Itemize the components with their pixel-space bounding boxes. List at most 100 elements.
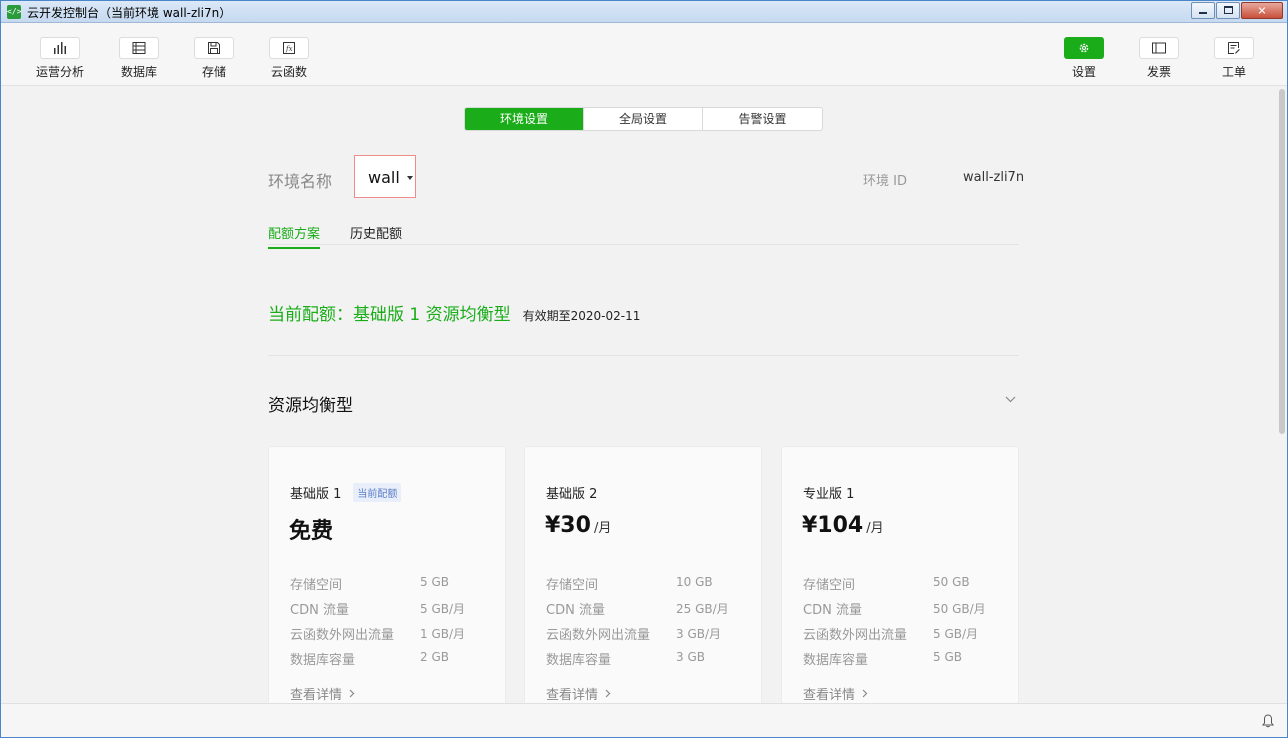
plan-price-unit: /月: [593, 521, 612, 536]
toolbar-label: 云函数: [270, 65, 307, 79]
window-title: 云开发控制台（当前环境 wall-zli7n）: [27, 6, 232, 20]
spec-value: 1 GB/月: [420, 627, 466, 641]
chevron-down-icon[interactable]: [1005, 396, 1016, 403]
maximize-icon: [1224, 6, 1233, 14]
spec-label: 云函数外网出流量: [546, 628, 651, 643]
plan-price: ¥30 /月: [545, 513, 611, 538]
vertical-scrollbar[interactable]: [1278, 87, 1286, 702]
spec-label: 存储空间: [546, 578, 599, 593]
plan-price-unit: /月: [866, 521, 884, 536]
view-details-link[interactable]: 查看详情: [546, 684, 611, 703]
toolbar-label: 运营分析: [35, 65, 84, 79]
caret-down-icon: [407, 176, 413, 180]
tab-global-settings[interactable]: 全局设置: [584, 108, 703, 130]
divider: [268, 355, 1019, 356]
window-controls: ✕: [1190, 2, 1283, 19]
plan-card[interactable]: 基础版 2 ¥30 /月 存储空间 10 GB CDN 流量 25 GB/月 云…: [524, 446, 762, 706]
bell-icon[interactable]: [1262, 714, 1274, 728]
spec-value: 10 GB: [676, 575, 713, 589]
toolbar-label: 工单: [1221, 65, 1246, 79]
app-window: </> 云开发控制台（当前环境 wall-zli7n） ✕ 运营分析 数据库 存…: [0, 0, 1288, 738]
toolbar-settings[interactable]: 设置: [1054, 37, 1114, 80]
spec-label: 数据库容量: [546, 653, 612, 668]
plan-price: ¥104 /月: [802, 513, 884, 538]
app-icon: </>: [7, 5, 21, 19]
env-id-label: 环境 ID: [863, 174, 907, 189]
toolbar-invoice[interactable]: 发票: [1129, 37, 1189, 80]
toolbar-label: 存储: [201, 65, 226, 79]
quota-expiry: 有效期至2020-02-11: [522, 309, 641, 323]
settings-tabs: 环境设置 全局设置 告警设置: [464, 107, 823, 131]
quota-subtabs: 配额方案 历史配额: [268, 223, 1019, 249]
plan-price: 免费: [289, 513, 333, 545]
tab-env-settings[interactable]: 环境设置: [465, 108, 584, 130]
status-bar: [1, 703, 1287, 737]
ticket-icon: [1228, 42, 1240, 54]
spec-label: CDN 流量: [546, 603, 605, 618]
spec-label: CDN 流量: [803, 603, 862, 618]
plan-card[interactable]: 基础版 1 当前配额 免费 存储空间 5 GB CDN 流量 5 GB/月 云函…: [268, 446, 506, 706]
spec-label: 存储空间: [803, 578, 856, 593]
env-id-value: wall-zli7n: [963, 170, 1025, 185]
spec-value: 25 GB/月: [676, 602, 729, 616]
tab-alert-settings[interactable]: 告警设置: [703, 108, 822, 130]
spec-value: 2 GB: [420, 650, 449, 664]
spec-value: 3 GB: [676, 650, 705, 664]
current-quota-text: 当前配额：基础版 1 资源均衡型: [268, 305, 511, 325]
spec-label: CDN 流量: [290, 603, 349, 618]
chevron-right-icon: [349, 689, 355, 698]
env-name-label: 环境名称: [268, 172, 333, 191]
minimize-button[interactable]: [1191, 2, 1215, 19]
subtab-quota-plan[interactable]: 配额方案: [268, 223, 321, 249]
spec-value: 50 GB/月: [933, 602, 986, 616]
spec-label: 数据库容量: [803, 653, 869, 668]
toolbar-label: 数据库: [120, 65, 157, 79]
invoice-icon: [1152, 42, 1166, 54]
spec-value: 5 GB/月: [933, 627, 979, 641]
section-title: 资源均衡型: [268, 396, 353, 416]
title-bar[interactable]: </> 云开发控制台（当前环境 wall-zli7n） ✕: [1, 1, 1287, 23]
chevron-right-icon: [862, 689, 868, 698]
svg-text:fx: fx: [285, 45, 293, 53]
save-icon: [208, 42, 220, 54]
spec-value: 5 GB: [420, 575, 449, 589]
plan-name: 基础版 1: [290, 487, 342, 502]
spec-label: 云函数外网出流量: [803, 628, 908, 643]
function-icon: fx: [283, 42, 295, 54]
toolbar-ticket[interactable]: 工单: [1204, 37, 1264, 80]
plan-price-amount: 免费: [289, 519, 334, 544]
subtab-quota-history[interactable]: 历史配额: [350, 223, 402, 247]
plan-price-amount: ¥104: [802, 513, 864, 538]
toolbar-storage[interactable]: 存储: [184, 37, 244, 80]
scrollbar-thumb[interactable]: [1279, 89, 1285, 434]
toolbar-label: 发票: [1146, 65, 1171, 79]
toolbar-cloud-function[interactable]: fx 云函数: [259, 37, 319, 80]
close-icon: ✕: [1257, 4, 1267, 17]
close-button[interactable]: ✕: [1241, 2, 1283, 19]
gear-icon: [1079, 43, 1089, 53]
current-plan-badge: 当前配额: [353, 483, 402, 502]
database-icon: [132, 42, 146, 54]
view-details-link[interactable]: 查看详情: [803, 684, 868, 703]
toolbar: 运营分析 数据库 存储 fx 云函数 设置 发票 工单: [1, 23, 1287, 86]
spec-value: 50 GB: [933, 575, 970, 589]
spec-label: 存储空间: [290, 578, 343, 593]
bar-chart-icon: [54, 42, 66, 54]
view-details-link[interactable]: 查看详情: [290, 684, 355, 703]
plan-price-amount: ¥30: [545, 513, 591, 538]
plan-card[interactable]: 专业版 1 ¥104 /月 存储空间 50 GB CDN 流量 50 GB/月 …: [781, 446, 1019, 706]
current-quota: 当前配额：基础版 1 资源均衡型 有效期至2020-02-11: [268, 300, 640, 325]
spec-label: 云函数外网出流量: [290, 628, 395, 643]
spec-label: 数据库容量: [290, 653, 356, 668]
spec-value: 3 GB/月: [676, 627, 722, 641]
maximize-button[interactable]: [1216, 2, 1240, 19]
env-name-select[interactable]: wall: [354, 155, 416, 198]
plan-name: 基础版 2: [546, 487, 598, 502]
view-details-label: 查看详情: [546, 688, 599, 703]
view-details-label: 查看详情: [290, 688, 343, 703]
toolbar-database[interactable]: 数据库: [109, 37, 169, 80]
plan-name: 专业版 1: [803, 487, 855, 502]
toolbar-operations-analysis[interactable]: 运营分析: [30, 37, 90, 80]
env-name-value: wall: [368, 168, 400, 187]
toolbar-label: 设置: [1071, 65, 1096, 79]
